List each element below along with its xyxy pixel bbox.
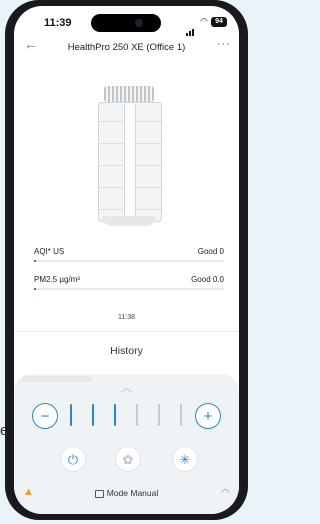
purifier-image [98, 86, 162, 228]
bottom-bar: ▲ Mode Manual ◠ [14, 486, 239, 506]
mode-label: Mode Manual [106, 488, 159, 498]
aqi-metric: AQI* US Good 0 [34, 247, 224, 256]
fan-speed-tick[interactable] [158, 404, 160, 426]
wifi-icon[interactable]: ◠ [221, 487, 229, 498]
status-bar: 11:39 ◠ 94 [14, 6, 239, 36]
pm25-level-bar [34, 288, 224, 290]
pm25-label: PM2.5 µg/m³ [34, 275, 80, 284]
wifi-status-icon: ◠ [200, 16, 208, 26]
chevron-up-icon[interactable]: ︿ [14, 379, 239, 395]
more-dots-icon[interactable]: ··· [217, 38, 231, 50]
page-title: HealthPro 250 XE (Office 1) [67, 42, 186, 53]
pm25-metric: PM2.5 µg/m³ Good 0.0 [34, 275, 224, 284]
signal-icon [186, 18, 195, 36]
mode-icon [94, 489, 104, 498]
pm25-value: Good 0.0 [191, 275, 224, 284]
speed-down-button[interactable]: − [32, 403, 58, 429]
fan-icon[interactable]: ✿ [115, 446, 141, 472]
pm25-level-fill [34, 288, 36, 290]
camera-icon [135, 19, 143, 27]
fan-speed-slider[interactable] [62, 404, 190, 428]
purifier-base [102, 216, 156, 226]
aqi-label: AQI* US [34, 247, 65, 256]
aqi-level-bar [34, 260, 224, 262]
aqi-value: Good 0 [197, 247, 224, 256]
fan-speed-tick[interactable] [92, 404, 94, 426]
nav-bar: ← HealthPro 250 XE (Office 1) ··· [14, 36, 239, 62]
speed-up-button[interactable]: + [195, 403, 221, 429]
fan-speed-tick[interactable] [114, 404, 116, 426]
status-time: 11:39 [44, 17, 72, 29]
app-screen: 11:39 ◠ 94 ← HealthPro 250 XE (Office 1)… [14, 6, 239, 514]
phone-frame: 11:39 ◠ 94 ← HealthPro 250 XE (Office 1)… [5, 0, 248, 520]
fan-speed-tick[interactable] [70, 404, 72, 426]
history-tab[interactable]: History [14, 345, 239, 357]
fan-speed-tick[interactable] [180, 404, 182, 426]
power-icon[interactable]: ⏻ [60, 446, 86, 472]
purifier-top [104, 86, 154, 102]
battery-indicator: 94 [211, 17, 227, 27]
dynamic-island [91, 14, 161, 32]
fan-speed-tick[interactable] [136, 404, 138, 426]
sparkle-icon[interactable]: ✳ [172, 446, 198, 472]
mode-indicator[interactable]: Mode Manual [14, 488, 239, 498]
divider [14, 331, 239, 332]
aqi-level-fill [34, 260, 36, 262]
updated-time: 11:38 [118, 314, 135, 321]
